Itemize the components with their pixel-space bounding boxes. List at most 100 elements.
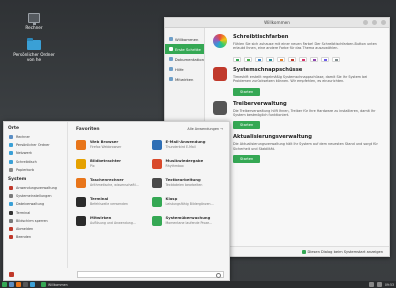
favorite-app[interactable]: Bildbetrachter Pix (76, 156, 148, 171)
system-item[interactable]: Anwendungsverwaltung (4, 184, 67, 192)
nav-item-documentation[interactable]: Dokumentation (165, 54, 204, 64)
start-menu: Orte Rechner Persönlicher Ordner Netzwerk S… (3, 121, 230, 281)
color-swatch[interactable] (332, 56, 340, 62)
launch-update-manager-button[interactable]: Starten (233, 155, 261, 164)
color-swatch[interactable] (277, 56, 285, 62)
system-item[interactable]: Bildschirm sperren (4, 217, 67, 225)
system-item-label: Dateiverwaltung (16, 202, 45, 207)
system-item-label: Abmelden (16, 226, 34, 231)
all-applications-button[interactable]: Alle Anwendungen → (187, 127, 223, 131)
color-swatch[interactable] (288, 56, 296, 62)
taskbar-window-welcome[interactable]: Willkommen (41, 282, 68, 287)
clock[interactable]: 09:53 (385, 283, 394, 287)
places-item-icon (9, 135, 13, 140)
search-input[interactable] (77, 270, 224, 278)
minimize-button[interactable] (363, 20, 368, 25)
nav-item-welcome[interactable]: Willkommen (165, 34, 204, 44)
launch-driver-manager-button[interactable]: Starten (233, 121, 261, 130)
network-icon[interactable] (368, 282, 374, 287)
section-text: Fühlen Sie sich zuhause mit einer neuen … (233, 42, 377, 51)
favorite-app[interactable]: Web Browser Firefox Webbrowser (76, 137, 148, 152)
desktop-icon-label: Rechner (25, 25, 43, 30)
places-item[interactable]: Schreibtisch (4, 158, 67, 166)
color-swatch[interactable] (244, 56, 252, 62)
system-item[interactable]: Terminal (4, 209, 67, 217)
window-titlebar[interactable]: Willkommen (165, 18, 389, 28)
places-item-icon (9, 167, 13, 172)
color-swatch[interactable] (233, 56, 241, 62)
timeshift-icon (213, 66, 227, 81)
places-item-label: Schreibtisch (16, 159, 37, 164)
maximize-button[interactable] (372, 20, 377, 25)
system-item-icon (9, 226, 13, 231)
places-item-label: Papierkorb (16, 167, 35, 172)
color-swatch[interactable] (255, 56, 263, 62)
nav-item-first-steps[interactable]: Erste Schritte (165, 44, 204, 54)
system-item-label: Bildschirm sperren (16, 218, 48, 223)
app-icon (151, 177, 162, 188)
desktop-icon-home[interactable]: Persönlicher Ordner von he (12, 38, 56, 62)
section-drivers: Treiberverwaltung Die Treiberverwaltung … (213, 100, 383, 130)
home-icon (169, 37, 173, 41)
system-item-label: Terminal (16, 210, 31, 215)
system-item[interactable]: Dateiverwaltung (4, 200, 67, 208)
favorite-app[interactable]: Textbearbeitung Textdateien bearbeiten (151, 175, 224, 190)
places-item[interactable]: Rechner (4, 133, 67, 141)
menu-button[interactable] (2, 282, 7, 287)
system-item-label: Beenden (16, 235, 32, 240)
folder-icon (27, 38, 41, 50)
app-icon (76, 158, 86, 169)
menu-bottom-bar (4, 268, 229, 280)
favorite-app[interactable]: Terminal Befehlszeile verwenden (76, 194, 148, 209)
system-item-icon (9, 194, 13, 199)
places-item-icon (9, 143, 13, 148)
color-swatch[interactable] (321, 56, 329, 62)
desktop-icon-computer[interactable]: Rechner (12, 13, 56, 30)
book-icon (169, 57, 173, 61)
system-item[interactable]: Abmelden (4, 225, 67, 233)
places-item[interactable]: Netzwerk (4, 149, 67, 157)
app-description: Thunderbird E-Mail (165, 144, 196, 149)
favorite-app[interactable]: Systemüberwachung Momentane laufende Proz… (151, 213, 224, 228)
app-description: Momentane laufende Proze... (165, 220, 213, 225)
show-on-startup-label: Diesen Dialog beim Systemstart anzeigen (307, 249, 383, 254)
nav-item-help[interactable]: Hilfe (165, 64, 204, 74)
color-swatch[interactable] (266, 56, 274, 62)
system-item[interactable]: Systemeinstellungen (4, 192, 67, 200)
heart-icon (169, 77, 173, 81)
app-icon (76, 215, 86, 226)
places-item[interactable]: Papierkorb (4, 166, 67, 174)
launch-timeshift-button[interactable]: Starten (233, 87, 261, 96)
nav-label: Mitwirken (175, 76, 194, 82)
places-item[interactable]: Persönlicher Ordner (4, 141, 67, 149)
app-description: Rhythmbox (165, 163, 184, 168)
color-swatch[interactable] (310, 56, 318, 62)
color-swatch[interactable] (299, 56, 307, 62)
show-on-startup-checkbox[interactable] (301, 249, 306, 254)
power-icon[interactable] (9, 271, 14, 277)
section-title: Aktualisierungsverwaltung (233, 134, 312, 141)
app-icon (76, 139, 86, 150)
firefox-icon[interactable] (16, 282, 21, 287)
system-item-label: Anwendungsverwaltung (16, 186, 57, 191)
files-icon[interactable] (30, 282, 35, 287)
terminal-icon[interactable] (23, 282, 28, 287)
system-item[interactable]: Beenden (4, 233, 67, 241)
favorite-app[interactable]: Mitwirken Auflösung und Anwendung... (76, 213, 148, 228)
favorite-app[interactable]: Taschenrechner Arithmetische, wissenschaf… (76, 175, 148, 190)
app-description: Befehlszeile verwenden (90, 201, 128, 206)
color-swatches (233, 56, 383, 62)
show-desktop-icon[interactable] (9, 282, 14, 287)
app-icon (76, 177, 86, 188)
places-item-label: Rechner (16, 135, 30, 140)
favorite-app[interactable]: Klasp Leistungsfähig Bildergänzen... (151, 194, 224, 209)
favorite-app[interactable]: E-Mail-Anwendung Thunderbird E-Mail (151, 137, 224, 152)
app-icon (151, 158, 162, 169)
nav-item-contribute[interactable]: Mitwirken (165, 74, 204, 84)
task-label: Willkommen (48, 282, 68, 287)
app-icon (151, 215, 162, 226)
favorite-app[interactable]: Musikwiedergabe Rhythmbox (151, 156, 224, 171)
close-button[interactable] (381, 20, 386, 25)
volume-icon[interactable] (376, 282, 382, 287)
system-header: System (8, 176, 27, 182)
